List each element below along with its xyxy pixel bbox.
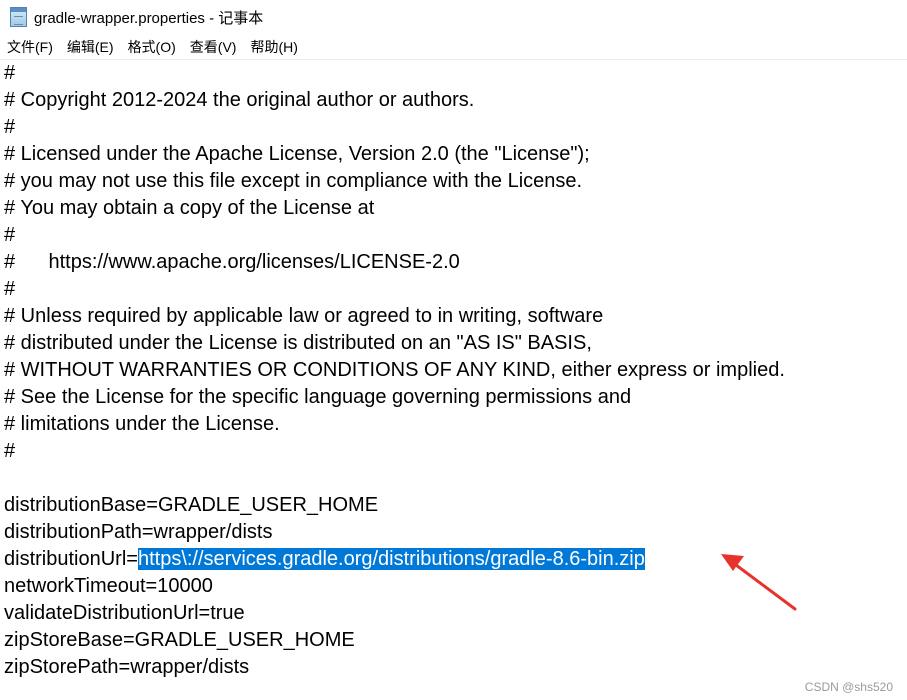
distribution-url-key: distributionUrl= <box>4 548 138 570</box>
window-title: gradle-wrapper.properties - 记事本 <box>34 10 264 27</box>
text-line: zipStorePath=wrapper/dists <box>4 656 250 678</box>
text-line: # WITHOUT WARRANTIES OR CONDITIONS OF AN… <box>4 359 785 381</box>
text-line: zipStoreBase=GRADLE_USER_HOME <box>4 629 355 651</box>
text-line: # Licensed under the Apache License, Ver… <box>4 143 590 165</box>
text-line: # You may obtain a copy of the License a… <box>4 197 375 219</box>
text-line: # See the License for the specific langu… <box>4 386 632 408</box>
menu-help[interactable]: 帮助(H) <box>243 34 304 60</box>
text-line: # https://www.apache.org/licenses/LICENS… <box>4 251 460 273</box>
text-line: # <box>4 116 16 138</box>
menu-file[interactable]: 文件(F) <box>0 34 60 60</box>
text-line: # <box>4 278 16 300</box>
menu-view[interactable]: 查看(V) <box>183 34 244 60</box>
selected-text[interactable]: https\://services.gradle.org/distributio… <box>137 548 645 570</box>
text-line: # Copyright 2012-2024 the original autho… <box>4 89 475 111</box>
text-line: networkTimeout=10000 <box>4 575 213 597</box>
text-line: validateDistributionUrl=true <box>4 602 245 624</box>
text-line: # limitations under the License. <box>4 413 280 435</box>
text-line: distributionBase=GRADLE_USER_HOME <box>4 494 379 516</box>
text-line: # <box>4 440 16 462</box>
notepad-icon <box>10 7 27 27</box>
red-arrow-icon <box>721 554 797 611</box>
menu-edit[interactable]: 编辑(E) <box>60 34 121 60</box>
text-line: # distributed under the License is distr… <box>4 332 592 354</box>
text-line: # <box>4 62 16 84</box>
text-line: # <box>4 224 16 246</box>
watermark: CSDN @shs520 <box>804 680 893 694</box>
menu-format[interactable]: 格式(O) <box>121 34 183 60</box>
text-line: # you may not use this file except in co… <box>4 170 583 192</box>
distribution-url-line: distributionUrl=https\://services.gradle… <box>4 546 645 573</box>
text-line: # Unless required by applicable law or a… <box>4 305 604 327</box>
text-line: distributionPath=wrapper/dists <box>4 521 273 543</box>
title-bar: gradle-wrapper.properties - 记事本 <box>0 0 907 34</box>
menu-bar: 文件(F) 编辑(E) 格式(O) 查看(V) 帮助(H) <box>0 34 907 60</box>
